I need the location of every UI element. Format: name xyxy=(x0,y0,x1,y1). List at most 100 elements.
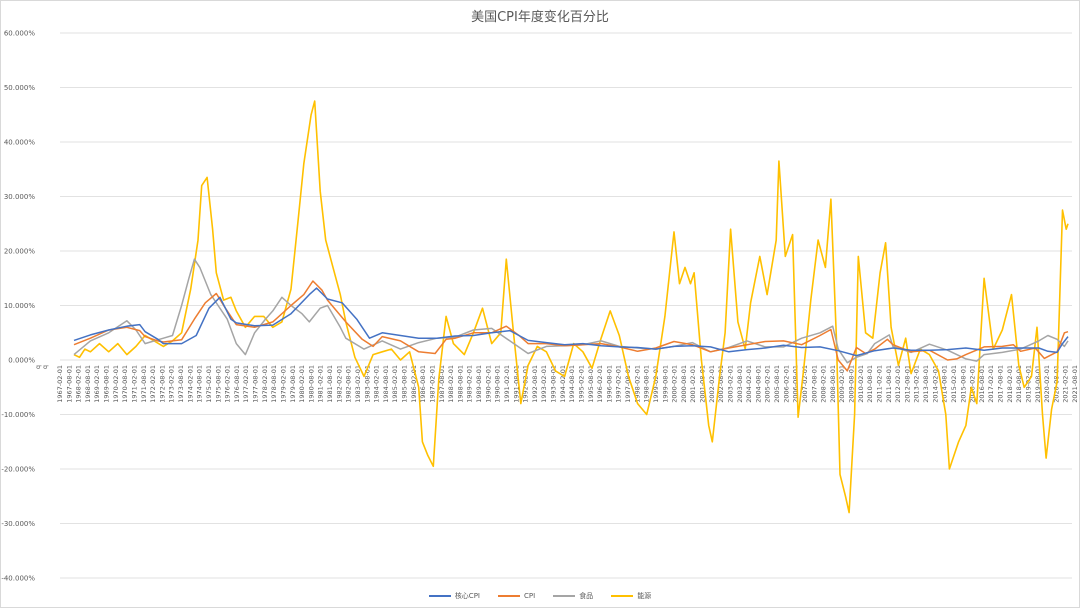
x-tick-label: 2008-08-01 xyxy=(829,365,837,403)
x-tick-label: 1967-02-01 xyxy=(56,365,64,403)
x-tick-label: 1996-02-01 xyxy=(596,365,604,403)
x-tick-label: 1990-08-01 xyxy=(494,365,502,403)
x-tick-label: 1985-02-01 xyxy=(391,365,399,403)
x-tick-label: 1970-08-01 xyxy=(121,365,129,403)
x-tick-label: 2007-08-01 xyxy=(810,365,818,403)
x-tick-label: 1979-08-01 xyxy=(289,365,297,403)
x-tick-label: 1991-02-01 xyxy=(503,365,511,403)
x-tick-label: 1996-08-01 xyxy=(605,365,613,403)
x-tick-label: 1997-02-01 xyxy=(615,365,623,403)
y-tick-label: 20.000% xyxy=(4,248,35,256)
x-tick-label: 1968-02-01 xyxy=(75,365,83,403)
series-line-2 xyxy=(73,280,1069,372)
x-tick-label: 1984-08-01 xyxy=(382,365,390,403)
y-tick-label: 10.000% xyxy=(4,302,35,310)
x-tick-label: 2021-08-01 xyxy=(1071,365,1079,403)
x-tick-label: 1977-08-01 xyxy=(252,365,260,403)
legend-label: 食品 xyxy=(579,592,594,600)
legend-item: CPI xyxy=(498,591,535,601)
x-tick-label: 2010-08-01 xyxy=(866,365,874,403)
x-tick-label: 1988-02-01 xyxy=(447,365,455,403)
x-tick-label: 2000-02-01 xyxy=(671,365,679,403)
x-tick-label: 1978-08-01 xyxy=(270,365,278,403)
x-tick-label: 2017-02-01 xyxy=(987,365,995,403)
legend-item: 食品 xyxy=(553,591,593,601)
x-tick-label: 1999-08-01 xyxy=(661,365,669,403)
y-tick-label: -40.000% xyxy=(1,575,35,583)
legend-item: 能源 xyxy=(611,591,651,601)
legend-label: CPI xyxy=(524,592,536,600)
x-tick-label: 2008-02-01 xyxy=(820,365,828,403)
x-tick-label: 2004-08-01 xyxy=(754,365,762,403)
y-tick-label: 50.000% xyxy=(4,84,35,92)
x-tick-label: 2003-08-01 xyxy=(736,365,744,403)
x-tick-label: 2018-02-01 xyxy=(1006,365,1014,403)
legend-swatch xyxy=(553,595,576,597)
legend-swatch xyxy=(611,595,634,597)
legend-label: 核心CPI xyxy=(454,592,480,600)
x-tick-label: 1982-08-01 xyxy=(345,365,353,403)
x-tick-label: 1974-08-01 xyxy=(196,365,204,403)
y-tick-label: 0.000% xyxy=(8,357,35,365)
x-tick-label: 2020-02-01 xyxy=(1043,365,1051,403)
legend-swatch xyxy=(428,595,451,597)
x-tick-label: 1969-02-01 xyxy=(93,365,101,403)
x-tick-label: 1986-08-01 xyxy=(419,365,427,403)
x-tick-label: 1990-02-01 xyxy=(484,365,492,403)
x-tick-label: 2009-02-01 xyxy=(838,365,846,403)
x-tick-label: 1998-08-01 xyxy=(643,365,651,403)
legend-label: 能源 xyxy=(637,592,652,600)
x-tick-label: 1989-02-01 xyxy=(466,365,474,403)
x-tick-label: 2017-08-01 xyxy=(997,365,1005,403)
line-chart: 60.000% 50.000% 40.000% 30.000% 20.000% 10.00… xyxy=(1,30,1079,583)
x-tick-label: 2013-08-01 xyxy=(922,365,930,403)
x-tick-label: q xyxy=(41,365,49,369)
x-tick-label: 2012-02-01 xyxy=(894,365,902,403)
x-tick-label: 2021-02-01 xyxy=(1062,365,1070,403)
x-tick-label: 1970-02-01 xyxy=(112,365,120,403)
x-tick-label: 1974-02-01 xyxy=(186,365,194,403)
x-tick-label: 1972-02-01 xyxy=(149,365,157,403)
x-tick-label: 1980-02-01 xyxy=(298,365,306,403)
y-tick-label: -10.000% xyxy=(1,411,35,419)
x-tick-label: 1993-02-01 xyxy=(540,365,548,403)
x-tick-label: 1981-08-01 xyxy=(326,365,334,403)
x-tick-label: 2006-02-01 xyxy=(782,365,790,403)
x-tick-label: 1988-08-01 xyxy=(456,365,464,403)
x-tick-label: 2013-02-01 xyxy=(913,365,921,403)
x-tick-label: 1984-02-01 xyxy=(373,365,381,403)
x-tick-label: 1972-08-01 xyxy=(158,365,166,403)
x-tick-label: 2015-02-01 xyxy=(950,365,958,403)
x-tick-label: 1983-08-01 xyxy=(363,365,371,403)
x-tick-label: 1985-08-01 xyxy=(401,365,409,403)
x-tick-label: 1981-02-01 xyxy=(317,365,325,403)
x-tick-label: 2004-02-01 xyxy=(745,365,753,403)
x-tick-label: 1987-02-01 xyxy=(428,365,436,403)
x-tick-label: 1976-08-01 xyxy=(233,365,241,403)
x-tick-label: 1998-02-01 xyxy=(633,365,641,403)
x-tick-label: 1989-08-01 xyxy=(475,365,483,403)
y-tick-label: 40.000% xyxy=(4,139,35,147)
y-tick-label: 60.000% xyxy=(4,30,35,38)
x-tick-label: 2005-08-01 xyxy=(773,365,781,403)
x-tick-label: 1979-02-01 xyxy=(279,365,287,403)
x-tick-label: 1975-08-01 xyxy=(214,365,222,403)
x-tick-label: 1971-02-01 xyxy=(130,365,138,403)
x-tick-label: 2000-08-01 xyxy=(680,365,688,403)
chart-legend: 核心CPI CPI 食品 能源 xyxy=(0,591,1080,601)
x-tick-label: 2014-08-01 xyxy=(941,365,949,403)
legend-item: 核心CPI xyxy=(428,591,480,601)
x-tick-label: 1980-08-01 xyxy=(307,365,315,403)
legend-swatch xyxy=(498,595,520,597)
x-tick-label: 2002-02-01 xyxy=(708,365,716,403)
x-tick-label: 1976-02-01 xyxy=(224,365,232,403)
x-tick-label: 1978-02-01 xyxy=(261,365,269,403)
series-line-4 xyxy=(73,100,1069,514)
x-tick-label: 2001-02-01 xyxy=(689,365,697,403)
x-tick-label: 2018-08-01 xyxy=(1015,365,1023,403)
x-tick-label: 1967-08-01 xyxy=(65,365,73,403)
x-tick-label: 2015-08-01 xyxy=(959,365,967,403)
x-tick-label: 1994-08-01 xyxy=(568,365,576,403)
x-tick-label: 1973-08-01 xyxy=(177,365,185,403)
x-tick-label: 1982-02-01 xyxy=(335,365,343,403)
